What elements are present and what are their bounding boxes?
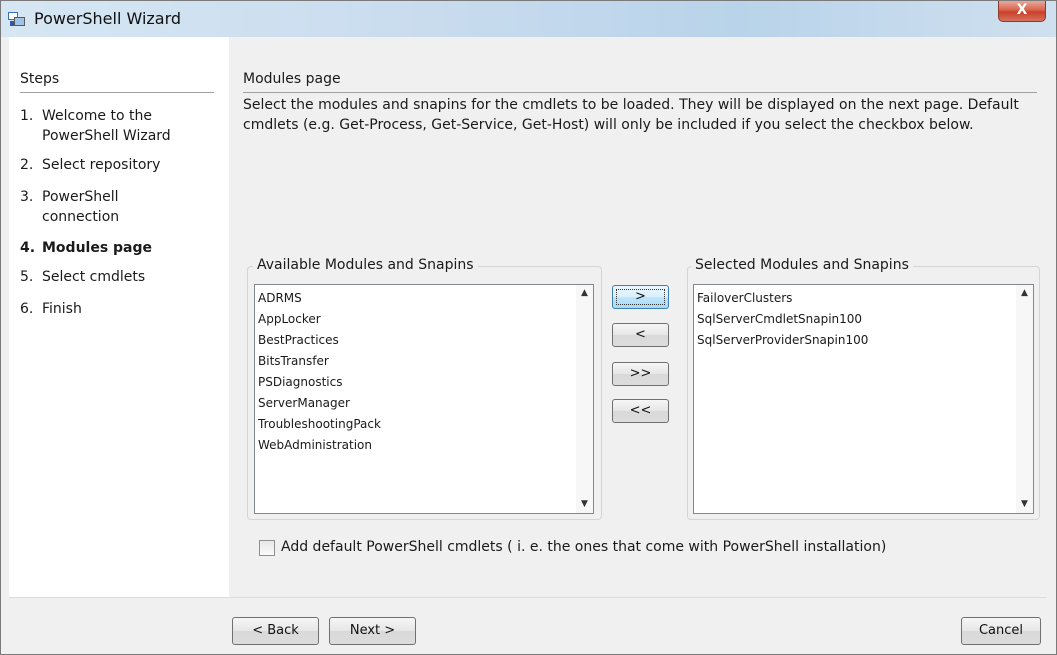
step-item-select-cmdlets: 5. Select cmdlets	[20, 267, 215, 287]
list-item[interactable]: SqlServerCmdletSnapin100	[697, 309, 868, 330]
steps-panel: Steps 1. Welcome to the PowerShell Wizar…	[9, 37, 229, 597]
step-label: Finish	[42, 301, 82, 317]
close-icon: X	[1016, 2, 1028, 18]
cancel-button[interactable]: Cancel	[961, 617, 1041, 645]
list-item[interactable]: FailoverClusters	[697, 288, 868, 309]
scroll-up-icon[interactable]: ▲	[1016, 285, 1033, 302]
page-title: Modules page	[243, 71, 341, 87]
default-cmdlets-checkbox[interactable]	[259, 540, 275, 556]
wizard-client: Steps 1. Welcome to the PowerShell Wizar…	[9, 37, 1047, 647]
step-item-finish: 6. Finish	[20, 299, 215, 319]
list-item[interactable]: TroubleshootingPack	[258, 414, 381, 435]
focus-ring	[616, 289, 665, 305]
list-item[interactable]: PSDiagnostics	[258, 372, 381, 393]
remove-all-button[interactable]: <<	[612, 399, 669, 423]
list-item[interactable]: WebAdministration	[258, 435, 381, 456]
list-item[interactable]: ADRMS	[258, 288, 381, 309]
main-panel: Modules page Select the modules and snap…	[229, 37, 1047, 597]
scroll-up-icon[interactable]: ▲	[576, 285, 593, 302]
remove-button[interactable]: <	[612, 323, 669, 347]
default-cmdlets-label[interactable]: Add default PowerShell cmdlets ( i. e. t…	[281, 539, 886, 555]
steps-heading: Steps	[20, 71, 60, 87]
available-modules-list[interactable]: ADRMS AppLocker BestPractices BitsTransfer P…	[254, 284, 594, 514]
footer-divider	[9, 597, 1047, 598]
title-bar[interactable]: PowerShell Wizard X	[1, 1, 1056, 37]
app-icon	[8, 12, 25, 26]
available-modules-items: ADRMS AppLocker BestPractices BitsTransfer P…	[258, 288, 381, 456]
step-item-select-repository: 2. Select repository	[20, 155, 215, 175]
add-button[interactable]: >	[612, 285, 669, 309]
step-item-welcome: 1. Welcome to the PowerShell Wizard	[20, 106, 215, 146]
wizard-window: PowerShell Wizard X Steps 1. Welcome to …	[0, 0, 1057, 655]
step-label: Welcome to the PowerShell Wizard	[42, 108, 171, 144]
selected-scrollbar[interactable]: ▲ ▼	[1016, 285, 1033, 513]
step-number: 3.	[20, 189, 34, 205]
available-modules-group: Available Modules and Snapins ADRMS AppLo…	[247, 257, 602, 520]
step-item-modules-page: 4. Modules page	[20, 238, 215, 258]
list-item[interactable]: AppLocker	[258, 309, 381, 330]
back-button[interactable]: < Back	[232, 617, 319, 645]
available-scrollbar[interactable]: ▲ ▼	[576, 285, 593, 513]
step-label: Select repository	[42, 157, 161, 173]
available-modules-label: Available Modules and Snapins	[253, 257, 478, 273]
steps-divider	[20, 92, 214, 93]
list-item[interactable]: BitsTransfer	[258, 351, 381, 372]
next-button[interactable]: Next >	[329, 617, 416, 645]
selected-modules-label: Selected Modules and Snapins	[691, 257, 913, 273]
step-label: PowerShell connection	[42, 189, 120, 225]
add-all-button[interactable]: >>	[612, 362, 669, 386]
step-label: Select cmdlets	[42, 269, 146, 285]
page-description: Select the modules and snapins for the c…	[243, 97, 1019, 133]
step-number: 5.	[20, 269, 34, 285]
window-title: PowerShell Wizard	[34, 9, 182, 28]
step-number: 6.	[20, 301, 34, 317]
page-title-divider	[243, 92, 1037, 93]
close-button[interactable]: X	[998, 1, 1046, 22]
list-item[interactable]: SqlServerProviderSnapin100	[697, 330, 868, 351]
step-number: 4.	[20, 240, 36, 256]
step-item-powershell-connection: 3. PowerShell connection	[20, 187, 215, 227]
list-item[interactable]: BestPractices	[258, 330, 381, 351]
step-label: Modules page	[42, 240, 153, 256]
selected-modules-list[interactable]: FailoverClusters SqlServerCmdletSnapin100…	[693, 284, 1034, 514]
step-number: 1.	[20, 108, 34, 124]
list-item[interactable]: ServerManager	[258, 393, 381, 414]
selected-modules-items: FailoverClusters SqlServerCmdletSnapin100…	[697, 288, 868, 351]
selected-modules-group: Selected Modules and Snapins FailoverClu…	[687, 257, 1040, 520]
step-number: 2.	[20, 157, 34, 173]
scroll-down-icon[interactable]: ▼	[1016, 496, 1033, 513]
scroll-down-icon[interactable]: ▼	[576, 496, 593, 513]
